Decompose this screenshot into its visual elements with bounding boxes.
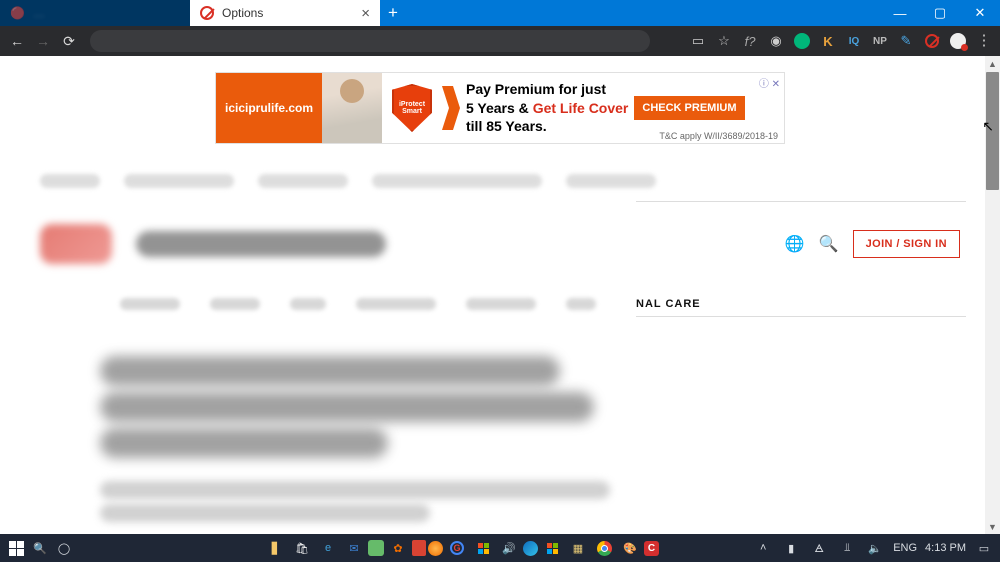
volume-tray-icon[interactable]: 🔈	[865, 538, 885, 558]
taskbar-app-red1[interactable]	[412, 540, 426, 556]
nav-bar: ← → ⟳ ▭ ☆ f? ◉ K IQ NP ✎ ⋮	[0, 26, 1000, 56]
reload-button[interactable]: ⟳	[58, 30, 80, 52]
blurred-category-nav: NAL CARE	[0, 298, 1000, 310]
new-tab-button[interactable]: +	[380, 0, 406, 26]
tab-bar: 🔴 … Options × +	[0, 0, 880, 26]
blurred-article	[0, 356, 1000, 522]
ext-grammarly-icon[interactable]	[792, 31, 812, 51]
language-icon[interactable]: 🌐	[785, 234, 805, 254]
header-actions: 🌐 🔍 JOIN / SIGN IN	[785, 230, 960, 258]
taskbar-app-edge[interactable]: e	[316, 538, 340, 558]
scrollbar-up-arrow[interactable]: ▲	[985, 56, 1000, 71]
taskbar-app-mail[interactable]: ✉	[342, 538, 366, 558]
bookmark-star-icon[interactable]: ☆	[714, 31, 734, 51]
ad-banner[interactable]: ⓘ ✕ iciciprulife.com iProtectSmart Pay P…	[215, 72, 785, 144]
wifi-icon[interactable]: ⫫	[837, 538, 857, 558]
ad-cta-button[interactable]: CHECK PREMIUM	[634, 96, 744, 120]
back-button[interactable]: ←	[6, 30, 28, 52]
clock[interactable]: 4:13 PM	[925, 542, 966, 554]
tab-favicon-block-icon	[200, 6, 214, 20]
site-logo-blurred	[40, 224, 112, 264]
site-title-blurred	[136, 231, 386, 257]
address-bar[interactable]	[90, 30, 650, 52]
taskbar-apps: ▋ 🛍 e ✉ ✿ G 🔊 ▦ 🎨 C	[264, 538, 659, 558]
ext-block-icon[interactable]	[922, 31, 942, 51]
ad-brand-block: iciciprulife.com	[216, 73, 322, 143]
maximize-button[interactable]: ▢	[920, 0, 960, 26]
cortana-icon[interactable]: ◯	[54, 538, 74, 558]
tray-overflow-icon[interactable]: ˄	[753, 538, 773, 558]
browser-menu-button[interactable]: ⋮	[974, 31, 994, 51]
ad-tc-text: T&C apply W/II/3689/2018-19	[659, 131, 778, 141]
extensions-area: ▭ ☆ f? ◉ K IQ NP ✎ ⋮	[688, 31, 994, 51]
network-icon[interactable]: 🜁	[809, 538, 829, 558]
browser-tab-active[interactable]: Options ×	[190, 0, 380, 26]
ad-info-close-icon[interactable]: ⓘ ✕	[759, 75, 780, 90]
taskbar-search-icon[interactable]: 🔍	[30, 538, 50, 558]
ext-pen-icon[interactable]: ✎	[896, 31, 916, 51]
mouse-cursor-icon: ↖	[982, 118, 994, 135]
taskbar-app-ms-grid[interactable]	[471, 538, 495, 558]
taskbar-app-store[interactable]: 🛍	[290, 538, 314, 558]
ext-np-icon[interactable]: NP	[870, 31, 890, 51]
search-icon[interactable]: 🔍	[819, 234, 839, 254]
minimize-button[interactable]: —	[880, 0, 920, 26]
tab-close-button[interactable]: ×	[361, 5, 370, 22]
taskbar-app-ccleaner[interactable]: C	[644, 541, 659, 556]
browser-tab-inactive[interactable]: 🔴 …	[0, 0, 190, 26]
windows-taskbar: 🔍 ◯ ▋ 🛍 e ✉ ✿ G 🔊 ▦ 🎨 C ˄ ▮ 🜁 ⫫ 🔈 ENG 4:…	[0, 534, 1000, 562]
language-indicator[interactable]: ENG	[893, 542, 917, 554]
ext-profile-icon[interactable]	[948, 31, 968, 51]
join-sign-in-button[interactable]: JOIN / SIGN IN	[853, 230, 960, 258]
tab-title: Options	[222, 6, 263, 20]
ext-k-icon[interactable]: K	[818, 31, 838, 51]
nav-personal-care-partial[interactable]: NAL CARE	[636, 298, 701, 310]
taskbar-app-notes[interactable]: ▦	[566, 538, 590, 558]
tab-title: …	[33, 6, 45, 20]
system-tray: ˄ ▮ 🜁 ⫫ 🔈 ENG 4:13 PM ▭	[753, 538, 994, 558]
tab-favicon: 🔴	[10, 6, 25, 20]
ext-camera-icon[interactable]: ◉	[766, 31, 786, 51]
taskbar-app-orange1[interactable]: ✿	[386, 538, 410, 558]
reader-icon[interactable]: ▭	[688, 31, 708, 51]
divider-line	[636, 316, 966, 317]
ad-copy-text: Pay Premium for just 5 Years & Get Life …	[460, 80, 634, 137]
taskbar-app-firefox[interactable]	[428, 541, 443, 556]
notifications-icon[interactable]: ▭	[974, 538, 994, 558]
forward-button[interactable]: →	[32, 30, 54, 52]
ad-arrow-icon	[442, 73, 460, 143]
divider-line	[636, 201, 966, 202]
taskbar-app-edge2[interactable]	[523, 541, 538, 556]
window-controls: — ▢ ✕	[880, 0, 1000, 26]
scrollbar-down-arrow[interactable]: ▼	[985, 519, 1000, 534]
taskbar-app-green1[interactable]	[368, 540, 384, 556]
page-content: ▲ ▼ ↖ ⓘ ✕ iciciprulife.com iProtectSmart…	[0, 56, 1000, 534]
ext-fq-icon[interactable]: f?	[740, 31, 760, 51]
blurred-top-links	[0, 174, 1000, 188]
taskbar-app-paint[interactable]: 🎨	[618, 538, 642, 558]
taskbar-app-chrome[interactable]	[592, 538, 616, 558]
start-button[interactable]	[6, 538, 26, 558]
ext-iq-icon[interactable]: IQ	[844, 31, 864, 51]
taskbar-app-ms-grid2[interactable]	[540, 538, 564, 558]
close-window-button[interactable]: ✕	[960, 0, 1000, 26]
ad-person-image	[322, 73, 382, 143]
site-header: 🌐 🔍 JOIN / SIGN IN	[0, 224, 1000, 264]
taskbar-app-explorer[interactable]: ▋	[264, 538, 288, 558]
title-bar: 🔴 … Options × + — ▢ ✕	[0, 0, 1000, 26]
taskbar-app-volume[interactable]: 🔊	[497, 538, 521, 558]
battery-icon[interactable]: ▮	[781, 538, 801, 558]
taskbar-app-gchrome-alt[interactable]: G	[445, 538, 469, 558]
ad-shield-badge: iProtectSmart	[382, 84, 442, 132]
